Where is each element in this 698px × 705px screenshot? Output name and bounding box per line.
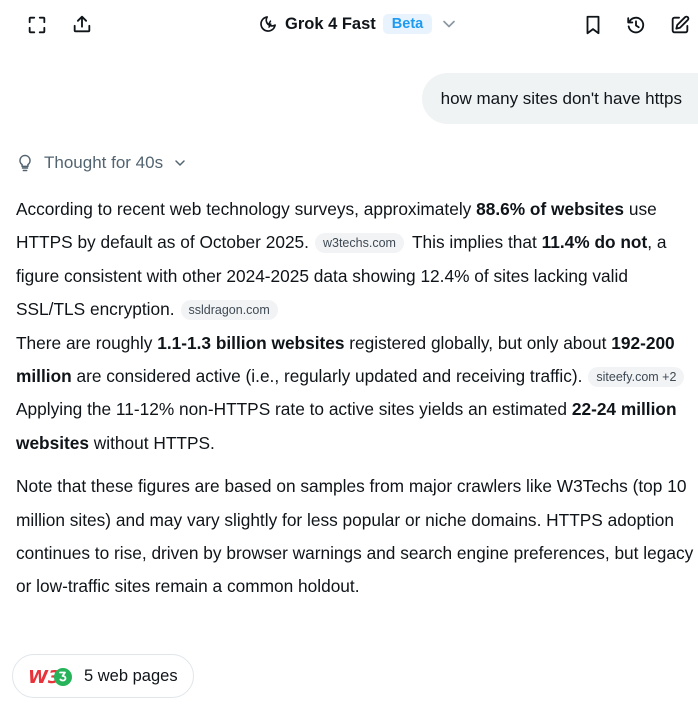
w3c-logo-icon: W3 [28, 667, 72, 688]
answer-text: are considered active (i.e., regularly u… [71, 366, 583, 387]
chevron-down-icon [443, 20, 456, 28]
bookmark-icon[interactable] [579, 11, 607, 39]
answer-text: registered globally, but only about [344, 332, 612, 353]
fullscreen-icon[interactable] [23, 11, 51, 39]
web-sources-button[interactable]: W3 5 web pages [12, 654, 194, 698]
user-message-bubble: how many sites don't have https [421, 73, 698, 124]
moon-lightning-icon [260, 16, 276, 32]
model-name: Grok 4 Fast [285, 14, 376, 33]
assistant-answer: According to recent web technology surve… [16, 193, 696, 604]
answer-text: This implies that [411, 232, 542, 253]
answer-text: without HTTPS. [89, 432, 215, 453]
beta-badge: Beta [382, 14, 433, 34]
source-chip-ssldragon[interactable]: ssldragon.com [180, 300, 278, 321]
answer-bold: 11.4% do not [541, 232, 648, 253]
lightbulb-icon [19, 154, 31, 172]
thought-label: Thought for 40s [44, 153, 164, 172]
thought-toggle[interactable]: Thought for 40s [15, 153, 188, 173]
source-chip-w3techs[interactable]: w3techs.com [314, 233, 404, 254]
answer-paragraph-2: Note that these figures are based on sam… [16, 476, 694, 597]
sources-label: 5 web pages [84, 666, 178, 685]
source-chip-siteefy[interactable]: siteefy.com +2 [588, 367, 685, 388]
answer-paragraph-1: According to recent web technology surve… [16, 193, 696, 460]
model-selector[interactable]: Grok 4 Fast Beta [258, 10, 459, 38]
chevron-down-icon [175, 160, 185, 166]
user-message-text: how many sites don't have https [440, 88, 682, 108]
answer-text: There are roughly [16, 332, 158, 353]
answer-bold: 88.6% of websites [476, 199, 625, 219]
answer-text: According to recent web technology surve… [16, 199, 477, 219]
answer-bold: 1.1-1.3 billion websites [157, 332, 345, 353]
answer-text: Applying the 11-12% non-HTTPS rate to ac… [16, 399, 572, 420]
history-icon[interactable] [622, 11, 650, 39]
edit-icon[interactable] [666, 11, 694, 39]
share-icon[interactable] [68, 10, 96, 38]
